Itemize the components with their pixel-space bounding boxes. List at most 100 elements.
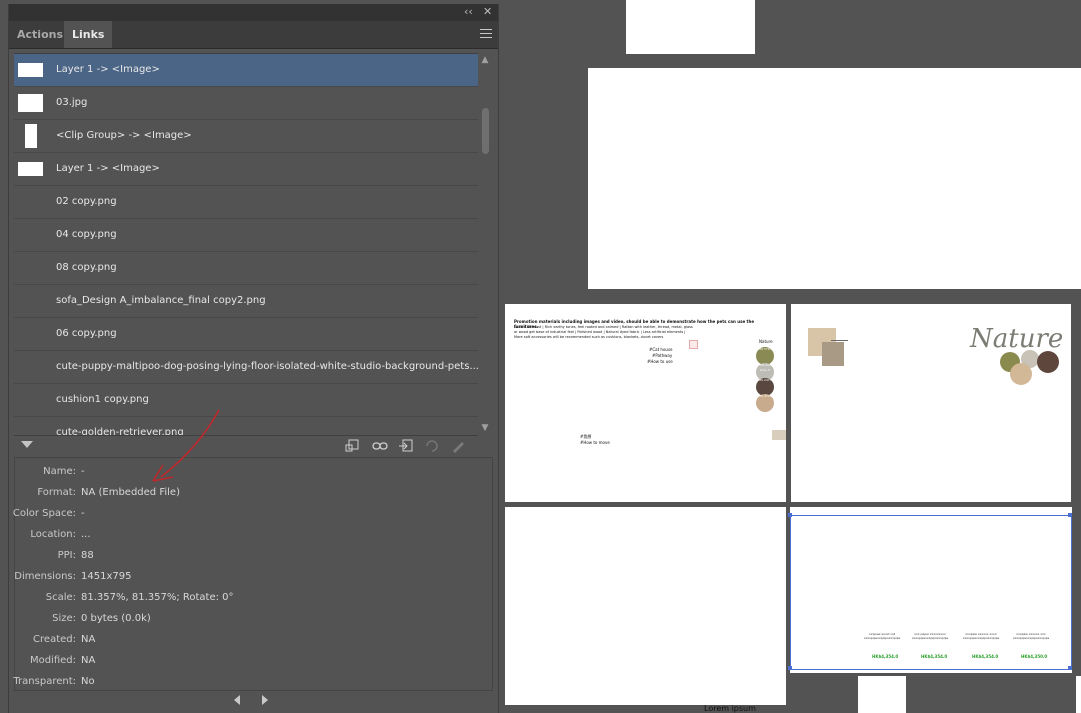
link-row[interactable]: 08 copy.png	[14, 252, 478, 285]
artboard-bottom-small[interactable]	[858, 676, 906, 713]
color-blob	[1010, 363, 1032, 385]
placeholder-image	[689, 340, 698, 349]
tag-how-to-use: #How to use	[647, 359, 673, 364]
link-row[interactable]: cute-golden-retriever.png	[14, 417, 478, 435]
info-row: Modified: NA	[15, 650, 492, 671]
selection-handle[interactable]	[788, 513, 792, 517]
previous-link-icon[interactable]	[234, 695, 240, 705]
info-value: ...	[81, 529, 91, 540]
info-row: PPI: 88	[15, 545, 492, 566]
scroll-thumb[interactable]	[482, 108, 489, 154]
info-value: -	[81, 508, 85, 519]
artboard-blank[interactable]	[505, 507, 786, 705]
collapse-panel-icon[interactable]: ‹‹	[464, 5, 473, 18]
tab-actions[interactable]: Actions	[9, 21, 71, 48]
link-thumbnail	[18, 63, 43, 77]
info-value: NA	[81, 634, 96, 645]
material-chip	[772, 430, 786, 440]
update-link-icon[interactable]	[423, 438, 441, 454]
color-blob	[1037, 351, 1059, 373]
link-name: cushion1 copy.png	[56, 394, 149, 405]
palette-title: Nature	[759, 339, 773, 344]
info-key: Modified:	[29, 655, 76, 666]
selection-handle[interactable]	[1068, 513, 1072, 517]
artboard-nature[interactable]: Nature	[791, 304, 1071, 502]
link-name: 04 copy.png	[56, 229, 117, 240]
link-row[interactable]: <Clip Group> -> <Image>	[14, 120, 478, 153]
info-key: Format:	[37, 487, 76, 498]
next-link-icon[interactable]	[262, 695, 268, 705]
relink-from-cc-icon[interactable]	[344, 438, 362, 454]
product-price: HK$4,350.0	[1021, 654, 1048, 659]
link-row[interactable]: Layer 1 -> <Image>	[14, 153, 478, 186]
material-line	[831, 340, 848, 341]
info-value: 81.357%, 81.357%; Rotate: 0°	[81, 592, 234, 603]
show-link-info-toggle-icon[interactable]	[21, 441, 33, 448]
info-row: Created: NA	[15, 629, 492, 650]
info-row: Name: -	[15, 461, 492, 482]
edit-original-icon[interactable]	[449, 438, 467, 454]
links-list: Layer 1 -> <Image> 03.jpg <Clip Group> -> …	[14, 53, 478, 436]
product-price: HK$4,354.0	[921, 654, 948, 659]
link-name: 03.jpg	[56, 97, 88, 108]
info-row: Color Space: -	[12, 503, 492, 524]
link-row[interactable]: 03.jpg	[14, 87, 478, 120]
link-name: Layer 1 -> <Image>	[56, 163, 160, 174]
selection-frame[interactable]	[790, 515, 1072, 670]
info-key: PPI:	[57, 550, 76, 561]
close-panel-icon[interactable]: ✕	[483, 5, 492, 18]
link-thumbnail	[18, 94, 43, 112]
selection-handle[interactable]	[1068, 666, 1072, 670]
tag-cat-house: #Cat house	[649, 347, 673, 352]
footer-label: Lorem ipsum	[704, 704, 756, 713]
artboard-top-small[interactable]	[626, 0, 755, 54]
info-key: Created:	[33, 634, 76, 645]
panel-menu-icon[interactable]	[480, 29, 492, 39]
subtag-1: #我想	[580, 434, 592, 439]
artboard-brief[interactable]: Promotion materials including images and…	[505, 304, 786, 502]
links-scrollbar[interactable]: ▲ ▼	[479, 53, 491, 434]
link-row[interactable]: cute-puppy-maltipoo-dog-posing-lying-flo…	[14, 351, 478, 384]
nature-title: Nature	[970, 324, 1064, 354]
selection-handle[interactable]	[788, 666, 792, 670]
link-row[interactable]: 02 copy.png	[14, 186, 478, 219]
link-row[interactable]: sofa_Design A_imbalance_final copy2.png	[14, 285, 478, 318]
link-row[interactable]: 06 copy.png	[14, 318, 478, 351]
relink-icon[interactable]	[371, 438, 389, 454]
link-row[interactable]: Layer 1 -> <Image>	[14, 54, 478, 87]
tab-links[interactable]: Links	[64, 21, 113, 48]
product-caption: xxx papel xxxxxxxxx xxxxpipsxxxpipsxxxpi…	[911, 632, 949, 640]
info-value: 1451x795	[81, 571, 132, 582]
brief-body-3: More soft accessories will be recommende…	[514, 335, 664, 339]
go-to-link-icon[interactable]	[397, 438, 415, 454]
subtag-2: #How to move	[580, 440, 610, 445]
link-name: 08 copy.png	[56, 262, 117, 273]
info-key: Color Space:	[12, 508, 76, 519]
product-price: HK$4,354.0	[972, 654, 999, 659]
info-key: Dimensions:	[14, 571, 76, 582]
info-value: NA	[81, 655, 96, 666]
panel-tabs: Actions Links	[9, 21, 498, 49]
link-name: 06 copy.png	[56, 328, 117, 339]
info-value: -	[81, 466, 85, 477]
info-value: No	[81, 676, 95, 687]
product-caption: xxxpaw xxxxxx xxxx xxxxpipsxxxpipsxxxpip…	[962, 632, 1000, 640]
info-key: Size:	[52, 613, 76, 624]
info-row: Transparent: No	[13, 671, 492, 692]
link-row[interactable]: 04 copy.png	[14, 219, 478, 252]
link-info: Name: - Format: NA (Embedded File) Color Spa…	[12, 457, 493, 692]
palette-swatch: PMS 4745c	[756, 394, 774, 412]
material-swatch-fabric	[822, 342, 844, 366]
links-panel: ‹‹ ✕ Actions Links Layer 1 -> <Image> 03.…	[8, 4, 499, 713]
artboard-edge[interactable]	[1076, 676, 1081, 713]
info-row: Size: 0 bytes (0.0k)	[15, 608, 492, 629]
scroll-up-icon[interactable]: ▲	[479, 55, 491, 65]
artboard-top-large[interactable]	[588, 68, 1081, 289]
product-price: HK$4,354.0	[872, 654, 899, 659]
link-info-pager	[229, 693, 289, 707]
link-name: Layer 1 -> <Image>	[56, 64, 160, 75]
scroll-down-icon[interactable]: ▼	[479, 423, 491, 433]
tag-pathway: #Pathway	[652, 353, 673, 358]
link-row[interactable]: cushion1 copy.png	[14, 384, 478, 417]
product-caption: xxxpaw xxxxxx xxx xxxxpipsxxxpipsxxxpips	[1012, 632, 1050, 640]
